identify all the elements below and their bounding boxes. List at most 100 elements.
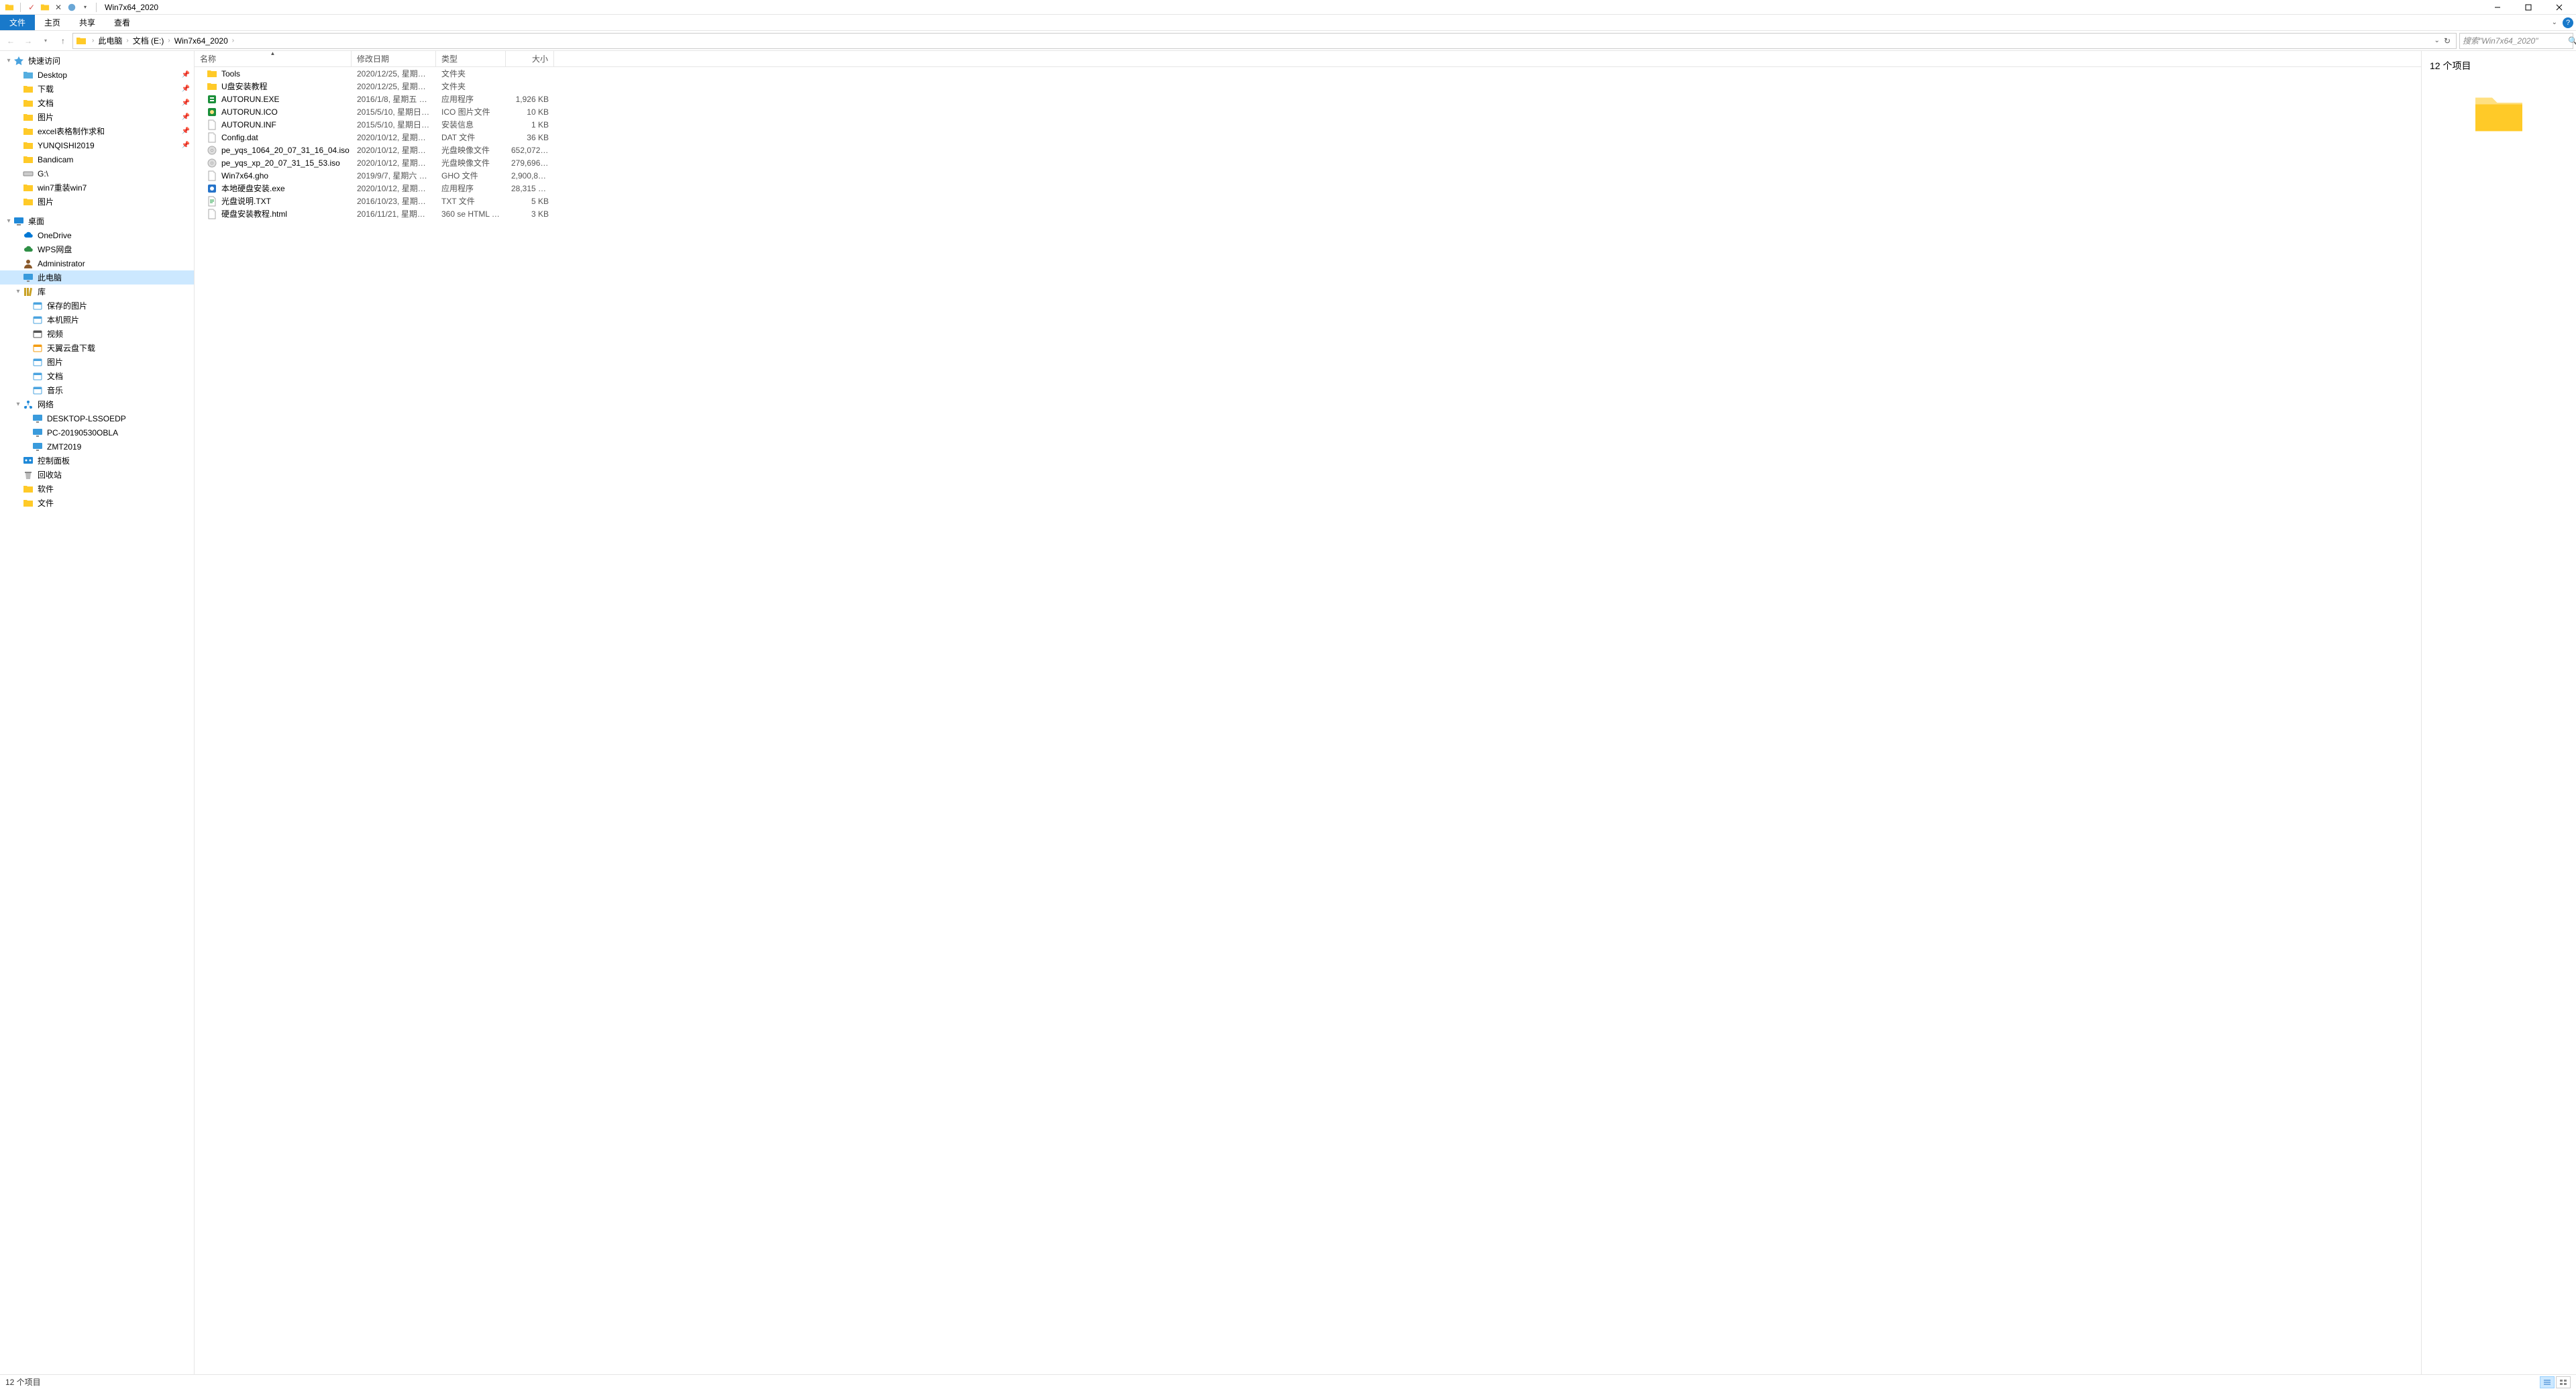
maximize-button[interactable] (2513, 0, 2544, 15)
chevron-icon[interactable]: ▾ (13, 288, 23, 295)
tab-home[interactable]: 主页 (35, 15, 70, 30)
chevron-right-icon[interactable]: › (165, 37, 172, 44)
search-icon[interactable]: 🔍 (2568, 36, 2576, 46)
sidebar-item[interactable]: G:\ (0, 166, 194, 181)
chevron-icon[interactable]: ▾ (13, 401, 23, 408)
dropdown-icon[interactable]: ▾ (80, 2, 91, 13)
nav-forward-button[interactable]: → (20, 33, 36, 49)
nav-back-button[interactable]: ← (3, 33, 19, 49)
file-row[interactable]: AUTORUN.ICO2015/5/10, 星期日 02...ICO 图片文件1… (195, 105, 2421, 118)
sidebar-item[interactable]: Desktop📌 (0, 68, 194, 82)
file-icon (207, 170, 217, 181)
sidebar-item[interactable]: Administrator (0, 256, 194, 270)
file-row[interactable]: 本地硬盘安装.exe2020/10/12, 星期一 1...应用程序28,315… (195, 182, 2421, 195)
folder-icon (23, 112, 34, 123)
window-title: Win7x64_2020 (105, 3, 158, 12)
chevron-right-icon[interactable]: › (89, 37, 97, 44)
file-row[interactable]: U盘安装教程2020/12/25, 星期五 1...文件夹 (195, 80, 2421, 93)
view-details-button[interactable] (2540, 1376, 2555, 1388)
breadcrumb-item[interactable]: 文档 (E:) (131, 35, 166, 46)
sidebar-item[interactable]: 软件 (0, 482, 194, 496)
sidebar-item[interactable]: OneDrive (0, 228, 194, 242)
breadcrumb-item[interactable]: 此电脑 (97, 35, 123, 46)
sidebar-item[interactable]: Bandicam (0, 152, 194, 166)
expand-ribbon-icon[interactable]: ⌄ (2552, 19, 2557, 26)
recycle-icon (23, 470, 34, 480)
file-size: 36 KB (506, 133, 554, 142)
file-row[interactable]: pe_yqs_xp_20_07_31_15_53.iso2020/10/12, … (195, 156, 2421, 169)
tab-share[interactable]: 共享 (70, 15, 105, 30)
column-header-name[interactable]: 名称 ▲ (195, 51, 352, 66)
address-bar[interactable]: › 此电脑 › 文档 (E:) › Win7x64_2020 › ⌄ ↻ (72, 33, 2457, 49)
tab-view[interactable]: 查看 (105, 15, 140, 30)
sidebar-item[interactable]: 图片 (0, 355, 194, 369)
sidebar-item[interactable]: excel表格制作求和📌 (0, 124, 194, 138)
sidebar-item[interactable]: 天翼云盘下载 (0, 341, 194, 355)
file-size: 5 KB (506, 197, 554, 206)
file-row[interactable]: pe_yqs_1064_20_07_31_16_04.iso2020/10/12… (195, 144, 2421, 156)
nav-up-button[interactable]: ↑ (55, 33, 71, 49)
file-row[interactable]: 硬盘安装教程.html2016/11/21, 星期一 2...360 se HT… (195, 207, 2421, 220)
folder-small-icon[interactable] (40, 2, 50, 13)
nav-recent-dropdown[interactable]: ▾ (38, 33, 54, 49)
tab-file[interactable]: 文件 (0, 15, 35, 30)
sidebar-item[interactable]: ▾库 (0, 285, 194, 299)
file-row[interactable]: AUTORUN.INF2015/5/10, 星期日 02...安装信息1 KB (195, 118, 2421, 131)
column-header-date[interactable]: 修改日期 (352, 51, 436, 66)
quick-access-toolbar: ✓ ✕ ▾ (1, 2, 99, 13)
sidebar-item[interactable]: 此电脑 (0, 270, 194, 285)
pin-icon: 📌 (182, 127, 190, 135)
sidebar-item[interactable]: ▾桌面 (0, 214, 194, 228)
sidebar-item[interactable]: ▾网络 (0, 397, 194, 411)
chevron-right-icon[interactable]: › (229, 37, 237, 44)
sidebar-item[interactable]: 文档📌 (0, 96, 194, 110)
column-header-size[interactable]: 大小 (506, 51, 554, 66)
sidebar-item[interactable]: 图片 (0, 195, 194, 209)
sidebar-item[interactable]: ▾快速访问 (0, 54, 194, 68)
file-row[interactable]: 光盘说明.TXT2016/10/23, 星期日 0...TXT 文件5 KB (195, 195, 2421, 207)
address-dropdown-icon[interactable]: ⌄ (2434, 37, 2440, 44)
view-icons-button[interactable] (2556, 1376, 2571, 1388)
refresh-icon[interactable]: ↻ (2444, 36, 2451, 46)
sidebar-item[interactable]: PC-20190530OBLA (0, 425, 194, 440)
sidebar-item[interactable]: 文档 (0, 369, 194, 383)
search-input[interactable] (2463, 36, 2568, 46)
sidebar-item[interactable]: win7重装win7 (0, 181, 194, 195)
sidebar-item[interactable]: 文件 (0, 496, 194, 510)
sidebar-item[interactable]: 保存的图片 (0, 299, 194, 313)
file-row[interactable]: Tools2020/12/25, 星期五 1...文件夹 (195, 67, 2421, 80)
sidebar-item[interactable]: 控制面板 (0, 454, 194, 468)
sidebar-item[interactable]: 音乐 (0, 383, 194, 397)
sidebar-item[interactable]: WPS网盘 (0, 242, 194, 256)
sidebar-item[interactable]: 视频 (0, 327, 194, 341)
chevron-icon[interactable]: ▾ (4, 57, 13, 64)
file-row[interactable]: Config.dat2020/10/12, 星期一 1...DAT 文件36 K… (195, 131, 2421, 144)
minimize-button[interactable] (2482, 0, 2513, 15)
sidebar-item[interactable]: 下载📌 (0, 82, 194, 96)
column-header-type[interactable]: 类型 (436, 51, 506, 66)
sidebar-item-label: Bandicam (38, 155, 190, 164)
sidebar-item[interactable]: 本机照片 (0, 313, 194, 327)
file-row[interactable]: AUTORUN.EXE2016/1/8, 星期五 04:...应用程序1,926… (195, 93, 2421, 105)
checkmark-icon[interactable]: ✓ (26, 2, 37, 13)
file-rows[interactable]: Tools2020/12/25, 星期五 1...文件夹U盘安装教程2020/1… (195, 67, 2421, 1374)
search-box[interactable]: 🔍 (2459, 33, 2573, 49)
sidebar-item[interactable]: DESKTOP-LSSOEDP (0, 411, 194, 425)
sidebar-item[interactable]: 回收站 (0, 468, 194, 482)
sidebar-item[interactable]: 图片📌 (0, 110, 194, 124)
close-tab-icon[interactable]: ✕ (53, 2, 64, 13)
sidebar-item[interactable]: ZMT2019 (0, 440, 194, 454)
chevron-icon[interactable]: ▾ (4, 217, 13, 225)
help-icon[interactable]: ? (2563, 17, 2573, 28)
sort-indicator-icon: ▲ (270, 50, 276, 56)
sidebar-item-label: excel表格制作求和 (38, 125, 179, 137)
close-button[interactable] (2544, 0, 2575, 15)
file-type: 应用程序 (436, 93, 506, 105)
breadcrumb-item[interactable]: Win7x64_2020 (173, 36, 229, 46)
pc-icon (23, 272, 34, 283)
chevron-right-icon[interactable]: › (123, 37, 131, 44)
navigation-pane[interactable]: ▾快速访问Desktop📌下载📌文档📌图片📌excel表格制作求和📌YUNQIS… (0, 51, 195, 1374)
file-type: ICO 图片文件 (436, 106, 506, 117)
sidebar-item[interactable]: YUNQISHI2019📌 (0, 138, 194, 152)
file-row[interactable]: Win7x64.gho2019/9/7, 星期六 19:...GHO 文件2,9… (195, 169, 2421, 182)
